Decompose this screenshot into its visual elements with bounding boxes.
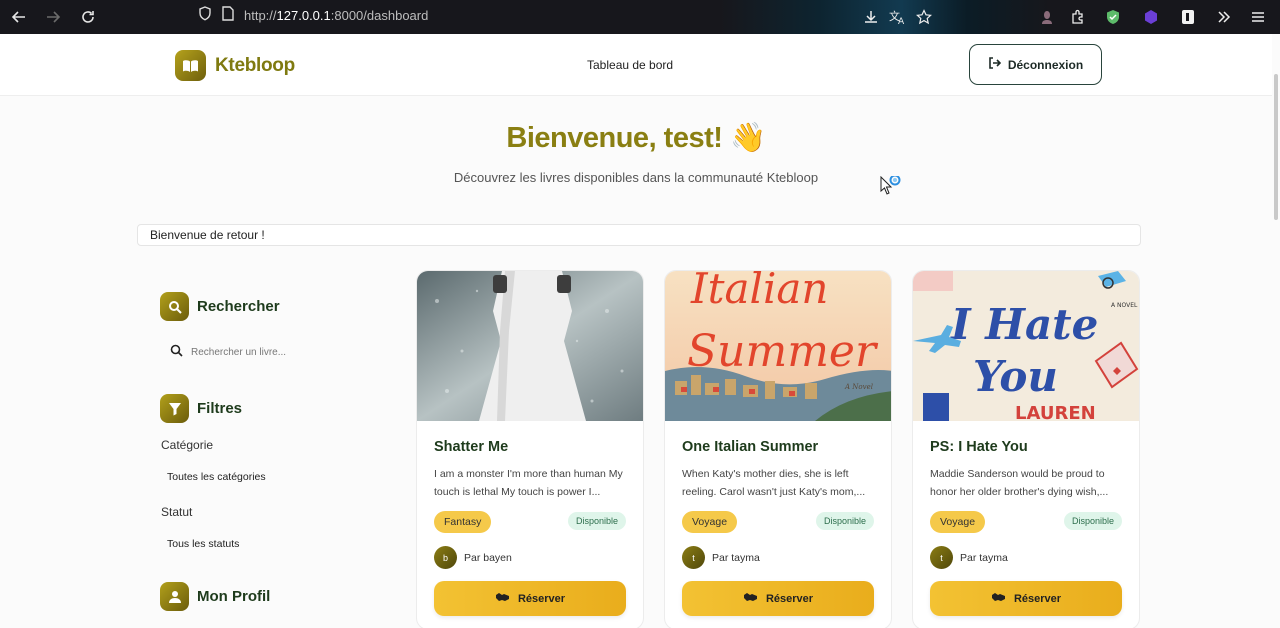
genre-badge: Voyage: [930, 511, 986, 533]
brand-name: Ktebloop: [215, 54, 295, 76]
status-select[interactable]: Tous les statuts: [167, 538, 239, 550]
category-select[interactable]: Toutes les catégories: [167, 471, 266, 483]
shield-extension-icon[interactable]: [1103, 7, 1123, 27]
search-section-header: Rechercher: [160, 292, 280, 321]
avatar: t: [682, 546, 705, 569]
welcome-back-alert: Bienvenue de retour !: [137, 224, 1141, 246]
status-badge: Disponible: [815, 512, 874, 530]
back-arrow-icon[interactable]: [9, 7, 29, 27]
search-section-icon: [160, 292, 189, 321]
book-cover-image: I Hate You A NOVEL LAUREN: [913, 271, 1139, 421]
search-icon: [170, 344, 183, 360]
hexagon-extension-icon[interactable]: [1141, 7, 1161, 27]
page: Ktebloop Tableau de bord Déconnexion Bie…: [0, 34, 1280, 628]
book-description: Maddie Sanderson would be proud to honor…: [930, 468, 1109, 498]
welcome-subtitle: Découvrez les livres disponibles dans la…: [453, 170, 819, 185]
owner-name: Par bayen: [464, 551, 512, 564]
page-scrollbar[interactable]: [1274, 74, 1278, 220]
book-logo-icon: [175, 50, 206, 81]
book-card[interactable]: Shatter Me I am a monster I'm more than …: [416, 270, 644, 628]
owner-name: Par tayma: [712, 551, 760, 564]
address-bar[interactable]: http://127.0.0.1:8000/dashboard: [198, 6, 428, 24]
avatar: b: [434, 546, 457, 569]
cover-title-line-2: You: [973, 352, 1058, 401]
reload-icon[interactable]: [78, 7, 98, 27]
logout-icon: [988, 57, 1001, 72]
filters-section-header: Filtres: [160, 394, 242, 423]
cover-title-line-1: Italian: [690, 271, 828, 313]
book-owner: t Par tayma: [930, 546, 1008, 569]
search-input[interactable]: Rechercher un livre...: [160, 340, 360, 364]
shield-icon: [198, 6, 212, 24]
handshake-icon: [495, 592, 510, 605]
profile-section-title: Mon Profil: [197, 588, 271, 605]
forward-arrow-icon[interactable]: [43, 7, 63, 27]
book-description: When Katy's mother dies, she is left ree…: [682, 468, 866, 498]
cover-title-line-2: Summer: [687, 326, 879, 377]
welcome-title-text: Bienvenue, test!: [506, 122, 723, 154]
filter-funnel-icon: [160, 394, 189, 423]
search-section-title: Rechercher: [197, 298, 280, 315]
brand[interactable]: Ktebloop: [175, 50, 295, 81]
book-title: One Italian Summer: [682, 439, 819, 455]
genre-badge: Voyage: [682, 511, 738, 533]
nav-dashboard-link[interactable]: Tableau de bord: [587, 58, 673, 72]
owner-name: Par tayma: [960, 551, 1008, 564]
reserve-label: Réserver: [517, 592, 566, 605]
waving-hand-emoji: 👋: [729, 120, 766, 154]
toolbar-background: [720, 0, 1050, 34]
svg-text:A: A: [898, 17, 905, 25]
menu-icon[interactable]: [1248, 7, 1268, 27]
book-cover-image: [417, 271, 643, 421]
book-title: PS: I Hate You: [930, 439, 1028, 455]
filters-section-title: Filtres: [197, 400, 243, 417]
handshake-icon: [743, 592, 758, 605]
cover-subtitle: A Novel: [844, 383, 873, 391]
cover-title-line-1: I Hate: [950, 300, 1098, 349]
translate-icon[interactable]: 文A: [887, 7, 907, 27]
extension-avatar-icon[interactable]: [1037, 7, 1057, 27]
status-badge: Disponible: [1063, 512, 1122, 530]
book-owner: t Par tayma: [682, 546, 760, 569]
book-description: I am a monster I'm more than human My to…: [434, 468, 623, 498]
url-text: http://127.0.0.1:8000/dashboard: [244, 7, 429, 23]
book-cover-image: Italian Summer A Novel: [665, 271, 891, 421]
download-icon[interactable]: [861, 7, 881, 27]
reserve-label: Réserver: [765, 592, 814, 605]
page-icon: [222, 6, 234, 24]
book-card[interactable]: Italian Summer A Novel One Italian Summe…: [664, 270, 892, 628]
category-filter-label: Catégorie: [161, 438, 214, 452]
status-filter-label: Statut: [161, 505, 193, 519]
overflow-chevrons-icon[interactable]: [1214, 7, 1234, 27]
sidebar: Rechercher Rechercher un livre... Filtre…: [137, 270, 377, 628]
profile-section-header: Mon Profil: [160, 582, 270, 611]
reserve-button[interactable]: Réserver: [682, 581, 874, 616]
user-icon: [160, 582, 189, 611]
reader-extension-icon[interactable]: [1178, 7, 1198, 27]
site-header: Ktebloop Tableau de bord Déconnexion: [0, 34, 1272, 96]
logout-button[interactable]: Déconnexion: [969, 44, 1102, 85]
avatar: t: [930, 546, 953, 569]
cover-author: LAUREN: [1015, 403, 1096, 421]
mouse-cursor-icon: [880, 174, 906, 203]
reserve-label: Réserver: [1013, 592, 1062, 605]
status-badge: Disponible: [567, 512, 626, 530]
browser-toolbar: http://127.0.0.1:8000/dashboard 文A: [0, 0, 1280, 34]
logout-label: Déconnexion: [1007, 57, 1084, 72]
extensions-puzzle-icon[interactable]: [1068, 7, 1088, 27]
genre-badge: Fantasy: [434, 511, 492, 533]
book-owner: b Par bayen: [434, 546, 512, 569]
search-placeholder: Rechercher un livre...: [191, 346, 287, 358]
book-title: Shatter Me: [434, 439, 509, 455]
welcome-title: Bienvenue, test! 👋: [0, 120, 1272, 155]
reserve-button[interactable]: Réserver: [930, 581, 1122, 616]
cover-subtitle: A NOVEL: [1111, 302, 1138, 309]
reserve-button[interactable]: Réserver: [434, 581, 626, 616]
bookmark-star-icon[interactable]: [914, 7, 934, 27]
handshake-icon: [991, 592, 1006, 605]
book-card[interactable]: I Hate You A NOVEL LAUREN PS: I Hate You…: [912, 270, 1140, 628]
